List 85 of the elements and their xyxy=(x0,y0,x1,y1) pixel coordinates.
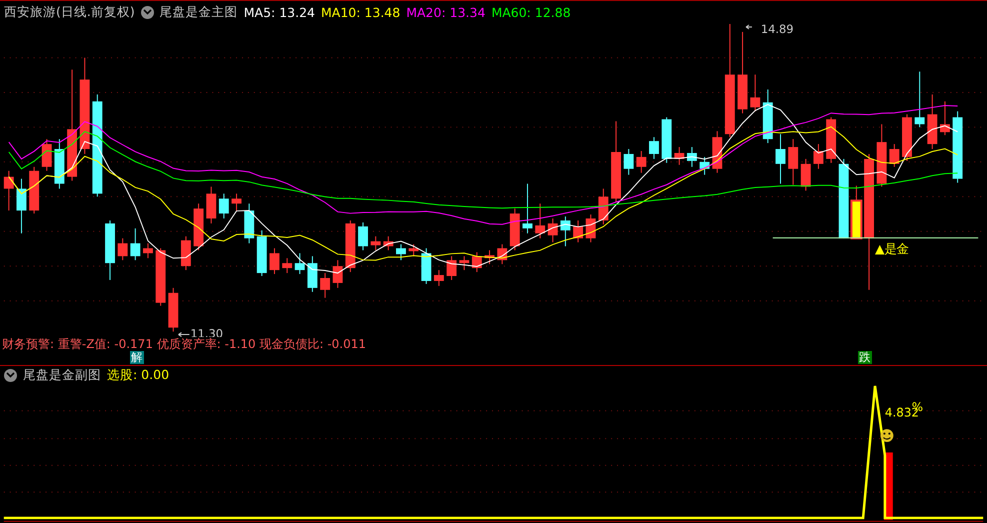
candlestick xyxy=(358,222,368,251)
candlestick xyxy=(332,259,343,288)
arrow-icon xyxy=(746,24,752,30)
candlestick xyxy=(244,202,254,244)
candlestick xyxy=(776,133,786,184)
candlestick xyxy=(889,143,900,168)
low-price-label: 11.30 xyxy=(190,326,224,338)
candlestick xyxy=(510,208,520,251)
candlestick xyxy=(472,252,482,272)
candlestick xyxy=(168,287,178,332)
candlestick xyxy=(434,269,444,286)
candlestick xyxy=(497,244,508,264)
candlestick xyxy=(788,138,798,186)
ma-reading: MA10: 13.48 xyxy=(321,4,400,20)
candlestick xyxy=(800,158,811,191)
candlestick xyxy=(270,248,280,274)
candlestick xyxy=(383,236,394,251)
candlestick xyxy=(156,248,166,306)
candlestick xyxy=(4,170,14,211)
event-badge: 解 xyxy=(130,351,144,364)
candlestick xyxy=(484,250,494,264)
candlestick xyxy=(762,88,773,144)
candlestick xyxy=(194,202,204,251)
candlestick xyxy=(902,114,912,162)
candlestick xyxy=(370,236,381,251)
ma-reading: MA20: 13.34 xyxy=(406,4,486,20)
candlestick xyxy=(408,244,419,256)
candlestick xyxy=(636,150,646,174)
ma-reading: MA60: 12.88 xyxy=(491,4,571,20)
candlestick xyxy=(662,116,672,164)
candlestick xyxy=(143,242,153,258)
candlestick xyxy=(42,138,52,172)
candlestick xyxy=(446,256,457,280)
ma-reading: MA5: 13.24 xyxy=(244,4,315,20)
candlestick xyxy=(232,192,242,211)
candlestick xyxy=(218,192,229,219)
dropdown-icon[interactable] xyxy=(140,6,154,19)
candlestick xyxy=(535,202,546,239)
dropdown-icon[interactable] xyxy=(4,368,17,382)
candlestick xyxy=(586,214,596,243)
candlestick xyxy=(813,143,824,170)
indicator-title: 尾盘是金副图 xyxy=(23,366,101,384)
candlestick xyxy=(421,248,432,284)
smiley-icon xyxy=(880,429,894,442)
candlestick xyxy=(712,130,722,174)
candlestick xyxy=(548,218,558,243)
candlestick xyxy=(294,252,305,274)
arrow-icon xyxy=(178,332,190,337)
candlestick xyxy=(876,124,887,188)
candlestick xyxy=(914,70,925,128)
candlestick xyxy=(118,238,128,260)
candlestick xyxy=(320,272,330,298)
candlestick xyxy=(826,116,836,164)
indicator-title: 尾盘是金主图 xyxy=(160,4,238,21)
finance-warning: 财务预警: 重警-Z值: -0.171 优质资产率: -1.10 现金负债比: -0.011 xyxy=(1,337,368,352)
candlestick xyxy=(649,136,659,160)
candlestick xyxy=(29,166,40,214)
candlestick xyxy=(700,156,710,176)
candlestick xyxy=(674,146,684,166)
candlestick xyxy=(345,220,356,272)
candlestick xyxy=(573,220,584,243)
candlestick xyxy=(307,256,318,292)
candlestick xyxy=(180,236,191,270)
candlestick xyxy=(624,148,634,176)
candlestick xyxy=(560,216,570,247)
candlestick xyxy=(206,186,216,224)
candlestick xyxy=(130,228,140,260)
candlestick xyxy=(459,256,470,270)
pick-reading: 选股: 0.00 xyxy=(107,366,170,384)
event-badge: 跌 xyxy=(858,351,872,364)
signal-label: ▲是金 xyxy=(875,241,909,256)
candlestick xyxy=(54,138,64,189)
candlestick xyxy=(282,257,292,274)
candlestick xyxy=(16,178,26,234)
high-price-label: 14.89 xyxy=(760,24,794,36)
candlestick xyxy=(256,230,267,276)
candlestick xyxy=(396,244,406,260)
candlestick xyxy=(927,94,938,150)
candlestick xyxy=(750,74,760,112)
candlestick xyxy=(598,188,608,225)
candlestick xyxy=(105,220,115,280)
candlestick xyxy=(522,183,532,234)
candlestick xyxy=(940,100,950,136)
candlestick xyxy=(686,146,697,168)
stock-title: 西安旅游(日线.前复权) xyxy=(4,4,135,21)
